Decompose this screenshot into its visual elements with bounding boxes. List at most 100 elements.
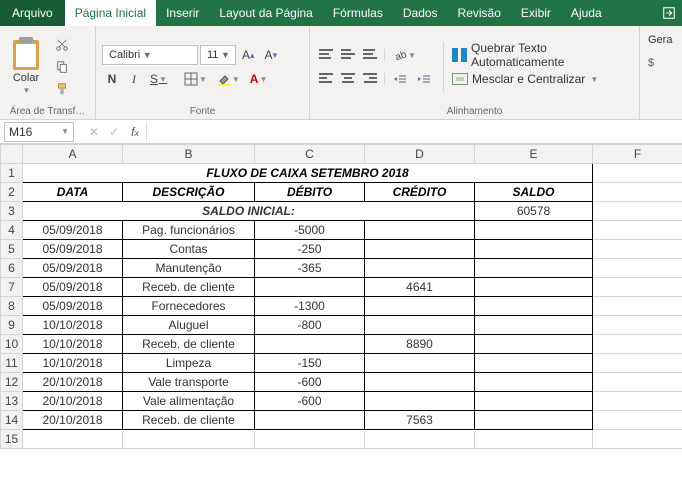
- row-header[interactable]: 13: [1, 392, 23, 411]
- cell[interactable]: [593, 430, 682, 449]
- cell[interactable]: Vale alimentação: [123, 392, 255, 411]
- cell[interactable]: [475, 392, 593, 411]
- align-bottom-button[interactable]: [360, 45, 380, 63]
- cell[interactable]: 05/09/2018: [23, 297, 123, 316]
- cell[interactable]: [365, 430, 475, 449]
- number-format-combo[interactable]: Gera $: [646, 30, 674, 76]
- cell[interactable]: [475, 221, 593, 240]
- cell[interactable]: SALDO: [475, 183, 593, 202]
- paste-button[interactable]: Colar ▼: [6, 40, 46, 95]
- row-header[interactable]: 14: [1, 411, 23, 430]
- decrease-indent-button[interactable]: [389, 69, 411, 89]
- cell[interactable]: 8890: [365, 335, 475, 354]
- row-header[interactable]: 9: [1, 316, 23, 335]
- tab-data[interactable]: Dados: [393, 0, 448, 26]
- orientation-button[interactable]: ab ▼: [389, 45, 420, 65]
- col-header-F[interactable]: F: [593, 145, 682, 164]
- row-header[interactable]: 11: [1, 354, 23, 373]
- cell[interactable]: [255, 278, 365, 297]
- cell[interactable]: [475, 240, 593, 259]
- row-header[interactable]: 6: [1, 259, 23, 278]
- cell[interactable]: [593, 278, 682, 297]
- cell[interactable]: [593, 259, 682, 278]
- cell[interactable]: [475, 430, 593, 449]
- font-name-combo[interactable]: Calibri ▼: [102, 45, 198, 65]
- cell[interactable]: [593, 373, 682, 392]
- fx-button[interactable]: fx: [124, 125, 146, 139]
- row-header[interactable]: 2: [1, 183, 23, 202]
- cell[interactable]: [593, 411, 682, 430]
- tab-insert[interactable]: Inserir: [156, 0, 209, 26]
- copy-button[interactable]: [52, 58, 72, 76]
- col-header-D[interactable]: D: [365, 145, 475, 164]
- cell[interactable]: Receb. de cliente: [123, 411, 255, 430]
- align-center-button[interactable]: [338, 69, 358, 87]
- cell[interactable]: CRÉDITO: [365, 183, 475, 202]
- bold-button[interactable]: N: [102, 69, 122, 89]
- cell[interactable]: DATA: [23, 183, 123, 202]
- row-header[interactable]: 8: [1, 297, 23, 316]
- row-header[interactable]: 4: [1, 221, 23, 240]
- shrink-font-button[interactable]: A▾: [261, 45, 282, 65]
- cell[interactable]: [365, 240, 475, 259]
- cell[interactable]: Receb. de cliente: [123, 278, 255, 297]
- accept-formula-button[interactable]: ✓: [104, 125, 124, 139]
- cell[interactable]: [475, 373, 593, 392]
- font-size-combo[interactable]: 11 ▼: [200, 45, 236, 65]
- align-top-button[interactable]: [316, 45, 336, 63]
- cell[interactable]: [475, 259, 593, 278]
- cell[interactable]: 20/10/2018: [23, 392, 123, 411]
- cell[interactable]: -1300: [255, 297, 365, 316]
- row-header[interactable]: 3: [1, 202, 23, 221]
- cell[interactable]: [475, 354, 593, 373]
- cell[interactable]: Aluguel: [123, 316, 255, 335]
- cell[interactable]: 4641: [365, 278, 475, 297]
- fill-color-button[interactable]: ▼: [213, 69, 244, 89]
- cell[interactable]: [365, 373, 475, 392]
- tab-help[interactable]: Ajuda: [561, 0, 612, 26]
- cell[interactable]: [255, 335, 365, 354]
- select-all-corner[interactable]: [1, 145, 23, 164]
- cell[interactable]: [365, 354, 475, 373]
- row-header[interactable]: 7: [1, 278, 23, 297]
- cell[interactable]: 10/10/2018: [23, 316, 123, 335]
- cell[interactable]: -365: [255, 259, 365, 278]
- row-header[interactable]: 12: [1, 373, 23, 392]
- merge-center-button[interactable]: Mesclar e Centralizar ▼: [452, 69, 633, 89]
- cell[interactable]: -600: [255, 373, 365, 392]
- share-icon[interactable]: [656, 0, 682, 26]
- cell[interactable]: [593, 240, 682, 259]
- cut-button[interactable]: [52, 36, 72, 54]
- cell[interactable]: 60578: [475, 202, 593, 221]
- tab-layout[interactable]: Layout da Página: [209, 0, 322, 26]
- col-header-E[interactable]: E: [475, 145, 593, 164]
- font-color-button[interactable]: A ▼: [246, 69, 272, 89]
- cell[interactable]: [255, 430, 365, 449]
- cell[interactable]: Manutenção: [123, 259, 255, 278]
- row-header[interactable]: 15: [1, 430, 23, 449]
- tab-file[interactable]: Arquivo: [0, 0, 65, 26]
- cell[interactable]: [365, 392, 475, 411]
- worksheet-grid[interactable]: A B C D E F 1 FLUXO DE CAIXA SETEMBRO 20…: [0, 144, 682, 449]
- align-middle-button[interactable]: [338, 45, 358, 63]
- cell[interactable]: [475, 297, 593, 316]
- cell[interactable]: [593, 202, 682, 221]
- wrap-text-button[interactable]: Quebrar Texto Automaticamente: [452, 45, 633, 65]
- row-header[interactable]: 5: [1, 240, 23, 259]
- cell[interactable]: 10/10/2018: [23, 335, 123, 354]
- increase-indent-button[interactable]: [413, 69, 435, 89]
- cell[interactable]: [593, 183, 682, 202]
- cell[interactable]: -150: [255, 354, 365, 373]
- cell[interactable]: FLUXO DE CAIXA SETEMBRO 2018: [23, 164, 593, 183]
- cell[interactable]: Contas: [123, 240, 255, 259]
- cell[interactable]: 05/09/2018: [23, 240, 123, 259]
- cell[interactable]: [593, 164, 682, 183]
- cell[interactable]: -5000: [255, 221, 365, 240]
- cell[interactable]: 05/09/2018: [23, 278, 123, 297]
- cell[interactable]: DESCRIÇÃO: [123, 183, 255, 202]
- cell[interactable]: DÉBITO: [255, 183, 365, 202]
- italic-button[interactable]: I: [124, 69, 144, 89]
- col-header-C[interactable]: C: [255, 145, 365, 164]
- row-header[interactable]: 1: [1, 164, 23, 183]
- cell[interactable]: 7563: [365, 411, 475, 430]
